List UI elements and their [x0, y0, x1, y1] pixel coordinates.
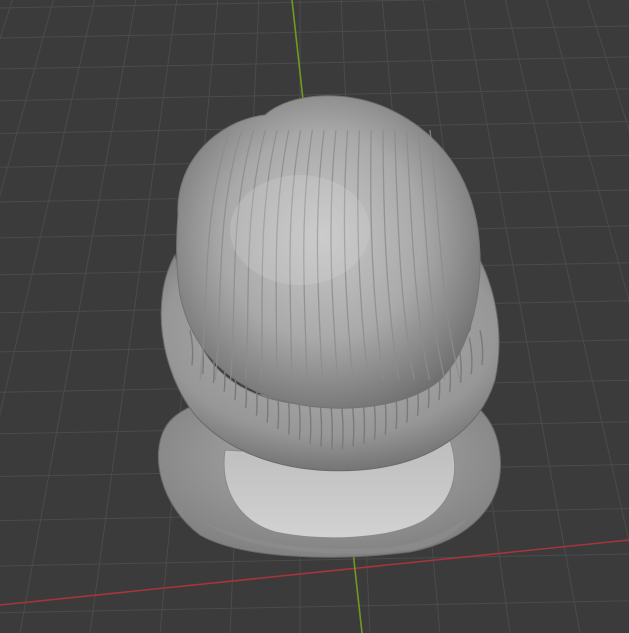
sculpt-mesh-icon[interactable] — [158, 95, 501, 558]
mesh-highlight — [230, 175, 370, 285]
3d-viewport[interactable] — [0, 0, 629, 633]
viewport-canvas[interactable] — [0, 0, 629, 633]
